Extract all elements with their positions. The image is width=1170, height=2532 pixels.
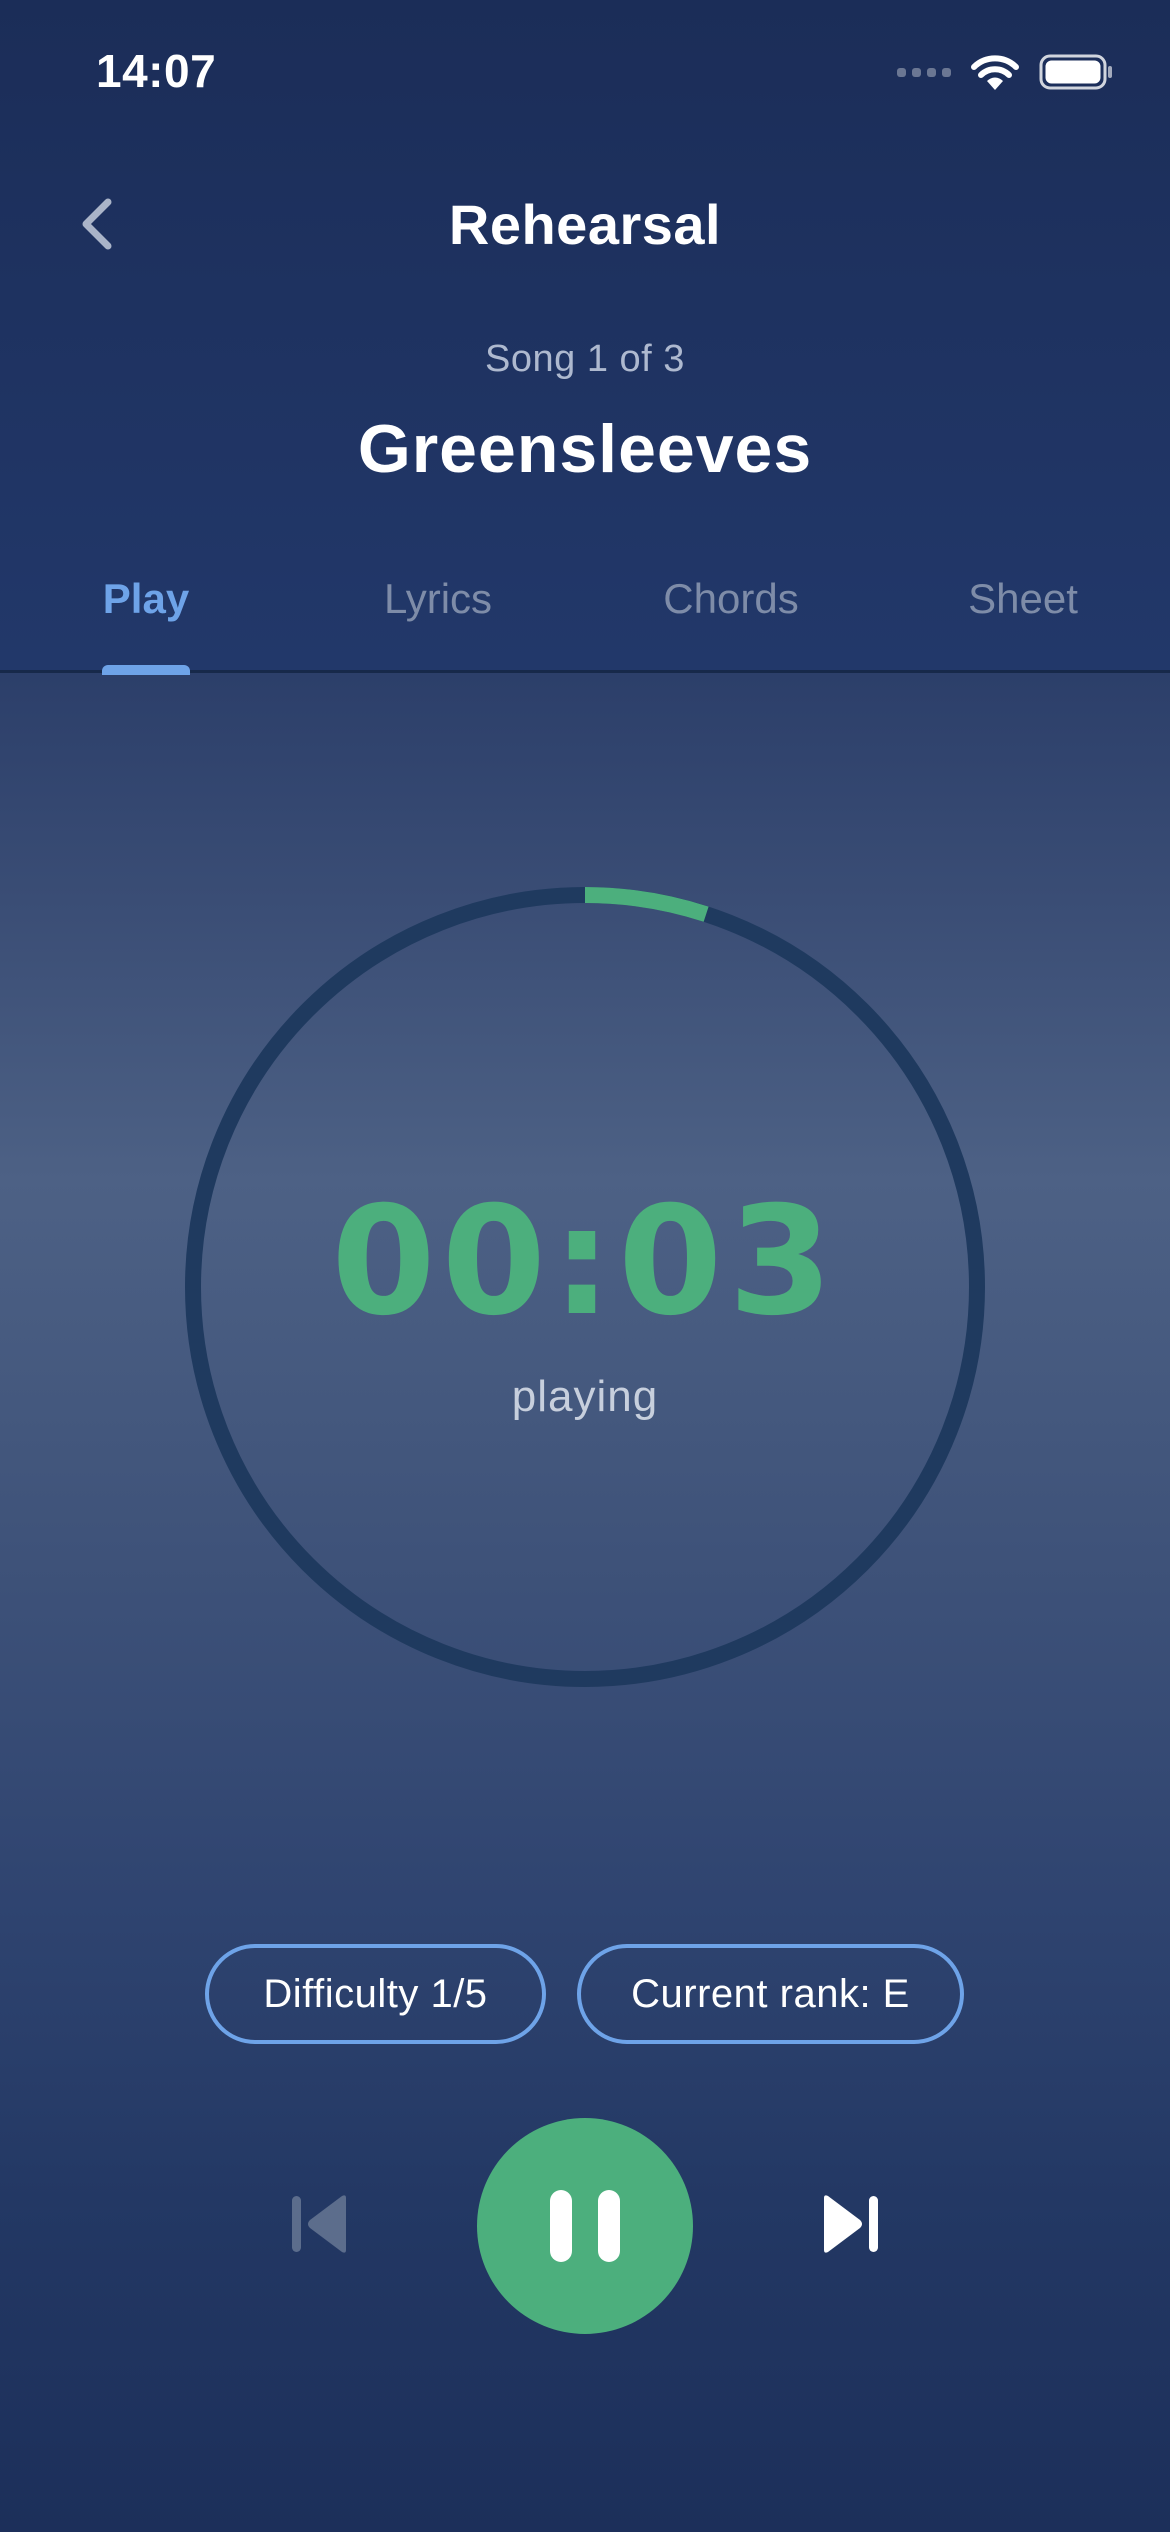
playback-state-label: playing [511, 1372, 659, 1421]
cellular-signal-icon [897, 67, 951, 77]
tab-bar: Play Lyrics Chords Sheet [0, 560, 1170, 672]
tab-lyrics[interactable]: Lyrics [362, 560, 514, 672]
wifi-icon [971, 55, 1019, 90]
status-icons [897, 52, 1115, 92]
tab-chords[interactable]: Chords [648, 560, 814, 672]
pause-button[interactable] [477, 2118, 693, 2334]
next-song-button[interactable] [816, 2192, 886, 2256]
tab-sheet[interactable]: Sheet [948, 560, 1098, 672]
skip-previous-icon [292, 2195, 346, 2253]
song-title: Greensleeves [357, 411, 813, 487]
previous-song-button[interactable] [284, 2192, 354, 2256]
difficulty-badge: Difficulty 1/5 [205, 1944, 546, 2044]
elapsed-timer: 00:03 [331, 1175, 839, 1349]
battery-icon [1039, 54, 1112, 90]
skip-next-icon [824, 2195, 878, 2253]
active-tab-indicator [102, 665, 190, 675]
page-title: Rehearsal [448, 193, 722, 256]
status-time: 14:07 [96, 45, 217, 97]
tab-play[interactable]: Play [72, 560, 220, 672]
rank-badge: Current rank: E [577, 1944, 964, 2044]
song-count-label: Song 1 of 3 [485, 338, 685, 380]
pause-icon [550, 2190, 572, 2262]
